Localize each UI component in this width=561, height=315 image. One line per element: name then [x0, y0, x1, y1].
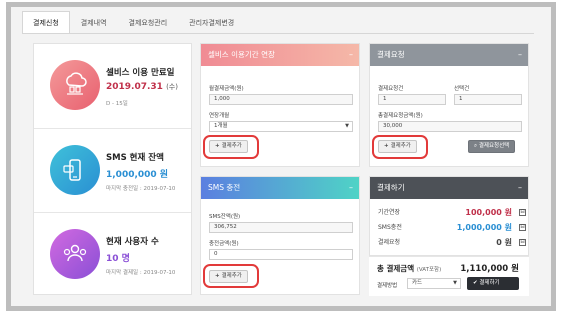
checkout-row-request: 결제요청 0 원 ⊟	[378, 238, 526, 247]
monthly-amount-label: 월결제금액(원)	[209, 86, 244, 92]
sms-balance-title: SMS 현재 잔액	[106, 153, 164, 163]
highlight-ring	[203, 264, 259, 288]
chevron-down-icon: ▼	[453, 280, 457, 286]
selected-count-field[interactable]: 1	[454, 94, 522, 105]
service-dday: D - 15일	[106, 101, 128, 107]
service-extend-header: 셀비스 이용기간 연장 –	[201, 44, 359, 66]
payment-method-select[interactable]: 카드 ▼	[407, 278, 461, 289]
monthly-amount-field[interactable]: 1,000	[209, 94, 353, 105]
remove-icon[interactable]: ⊟	[519, 209, 526, 216]
sms-charge-header: SMS 충전 –	[201, 177, 359, 199]
selected-count-label: 선택건	[454, 86, 470, 92]
sms-balance-label: SMS잔액(원)	[209, 214, 241, 220]
users-count-title: 현재 사용자 수	[106, 237, 159, 247]
checkout-row-sms: SMS충전 1,000,000 원 ⊟	[378, 223, 526, 232]
sms-balance-field[interactable]: 306,752	[209, 222, 353, 233]
service-expiry-row: 셀비스 이용 만료일 2019.07.31 (수) D - 15일	[34, 44, 191, 124]
tab-divider	[22, 33, 534, 34]
request-count-label: 결제요청건	[378, 86, 404, 92]
chevron-down-icon: ▼	[345, 123, 349, 129]
tab-admin-change[interactable]: 관리자결제변경	[178, 11, 245, 34]
charge-amount-input[interactable]: 0	[209, 249, 353, 260]
highlight-ring	[372, 135, 428, 159]
tab-payment-history[interactable]: 결제내역	[70, 11, 118, 34]
payment-method-label: 결제방법	[377, 283, 398, 289]
collapse-icon[interactable]: –	[349, 177, 353, 199]
highlight-ring	[203, 135, 259, 159]
tab-payment-request[interactable]: 결제신청	[22, 11, 70, 34]
request-total-label: 총결제요청금액(원)	[378, 113, 423, 119]
total-amount: 1,110,000 원	[460, 264, 519, 274]
tab-bar: 결제신청 결제내역 결제요청관리 관리자결제변경	[22, 11, 245, 34]
pay-button[interactable]: ✔ 결제하기	[467, 277, 519, 290]
request-select-button[interactable]: ⌕ 결제요청선택	[468, 140, 516, 153]
checkout-row-extend: 기간연장 100,000 원 ⊟	[378, 208, 526, 217]
checkout-header: 결제하기 –	[370, 177, 528, 199]
users-count-row: 현재 사용자 수 10 명 마지막 결제일 : 2019-07-10	[34, 212, 191, 292]
users-last-payment: 마지막 결제일 : 2019-07-10	[106, 270, 176, 276]
service-expiry-date: 2019.07.31 (수)	[106, 82, 178, 92]
account-summary-card: 셀비스 이용 만료일 2019.07.31 (수) D - 15일 SMS 현재…	[33, 43, 192, 295]
request-total-field[interactable]: 30,000	[378, 121, 522, 132]
users-group-icon	[50, 229, 100, 279]
extend-months-select[interactable]: 1개월 ▼	[209, 121, 353, 132]
remove-icon[interactable]: ⊟	[519, 239, 526, 246]
cloud-server-icon	[50, 60, 100, 110]
remove-icon[interactable]: ⊟	[519, 224, 526, 231]
extend-months-label: 연장개월	[209, 113, 230, 119]
checkout-panel: 결제하기 – 기간연장 100,000 원 ⊟ SMS충전 1,000,000 원 ⊟ 결…	[369, 176, 529, 256]
sms-balance-value: 1,000,000 원	[106, 170, 169, 180]
mobile-sms-icon	[50, 145, 100, 195]
service-expiry-title: 셀비스 이용 만료일	[106, 68, 175, 78]
total-label: 총 결제금액 (VAT포함)	[377, 264, 442, 273]
users-count-value: 10 명	[106, 254, 130, 264]
collapse-icon[interactable]: –	[518, 44, 522, 66]
collapse-icon[interactable]: –	[518, 177, 522, 199]
charge-amount-label: 충전금액(원)	[209, 241, 239, 247]
checkout-total-box: 총 결제금액 (VAT포함) 1,110,000 원 결제방법 카드 ▼ ✔ 결제…	[369, 256, 529, 296]
request-count-field[interactable]: 1	[378, 94, 446, 105]
tab-request-management[interactable]: 결제요청관리	[118, 11, 179, 34]
sms-last-charge: 마지막 충전일 : 2019-07-10	[106, 186, 176, 192]
collapse-icon[interactable]: –	[349, 44, 353, 66]
payment-request-header: 결제요청 –	[370, 44, 528, 66]
sms-balance-row: SMS 현재 잔액 1,000,000 원 마지막 충전일 : 2019-07-…	[34, 128, 191, 208]
